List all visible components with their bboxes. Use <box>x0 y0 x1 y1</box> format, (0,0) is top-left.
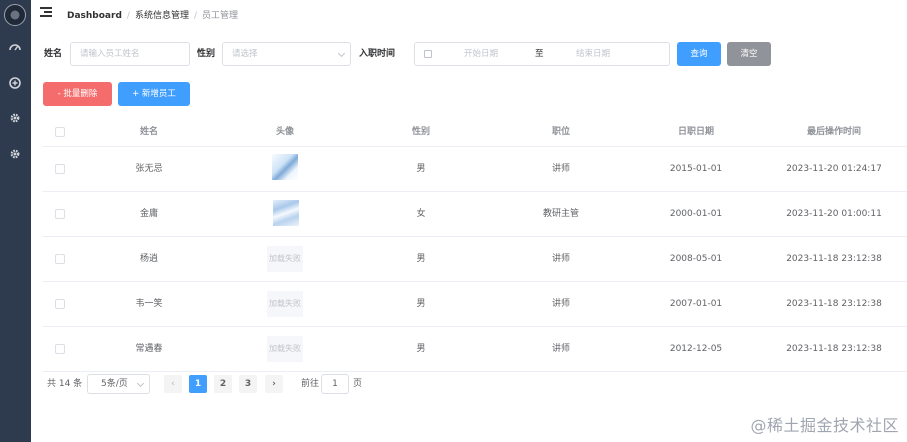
plus-circle-icon[interactable] <box>8 76 22 90</box>
row-checkbox[interactable] <box>55 299 65 309</box>
breadcrumb-separator: / <box>126 11 130 21</box>
next-page-button[interactable]: › <box>265 375 283 393</box>
cell-gender: 男 <box>416 344 426 354</box>
cell-gender: 男 <box>416 299 426 309</box>
cell-position: 教研主管 <box>542 209 579 219</box>
goto-page-input[interactable]: 1 <box>321 374 349 394</box>
top-bar: Dashboard / 系统信息管理 / 员工管理 <box>31 0 907 28</box>
cell-gender: 男 <box>416 164 426 174</box>
chevron-down-icon <box>136 379 145 388</box>
row-checkbox[interactable] <box>55 164 65 174</box>
gender-placeholder: 请选择 <box>232 49 258 59</box>
pagination: 共 14 条 5条/页 ‹ 1 2 3 › 前往 1 页 <box>43 374 903 394</box>
avatar-image <box>273 200 299 226</box>
total-count: 共 14 条 <box>47 379 83 389</box>
breadcrumb-home[interactable]: Dashboard <box>67 11 122 21</box>
cell-date: 2000-01-01 <box>669 209 723 219</box>
row-checkbox[interactable] <box>55 344 65 354</box>
cell-name: 杨逍 <box>139 254 158 264</box>
row-checkbox[interactable] <box>55 254 65 264</box>
sidebar <box>0 0 31 442</box>
cell-name: 韦一笑 <box>135 299 163 309</box>
gender-select[interactable]: 请选择 <box>222 42 351 66</box>
cell-gender: 女 <box>416 209 426 219</box>
select-all-checkbox[interactable] <box>55 127 65 137</box>
cell-date: 2007-01-01 <box>669 299 723 309</box>
end-date-input[interactable]: 结束日期 <box>576 43 610 65</box>
header-gender: 性别 <box>411 127 430 137</box>
hire-date-label: 入职时间 <box>359 49 396 59</box>
batch-delete-button[interactable]: - 批量删除 <box>43 82 112 106</box>
cell-name: 张无忌 <box>135 164 163 174</box>
page-size-select[interactable]: 5条/页 <box>87 374 150 394</box>
cell-name: 金庸 <box>139 209 158 219</box>
page-3-button[interactable]: 3 <box>239 375 257 393</box>
cell-date: 2012-12-05 <box>669 344 723 354</box>
avatar-placeholder: 加载失败 <box>267 336 303 362</box>
prev-page-button[interactable]: ‹ <box>164 375 182 393</box>
cell-position: 讲师 <box>551 344 570 354</box>
header-avatar: 头像 <box>275 127 294 137</box>
table-row[interactable]: 杨逍 加载失败 男 讲师 2008-05-01 2023-11-18 23:12… <box>43 237 907 282</box>
name-input[interactable]: 请输入员工姓名 <box>70 42 190 66</box>
avatar-image <box>272 154 298 180</box>
header-date: 日职日期 <box>677 127 714 137</box>
range-separator: 至 <box>535 49 544 59</box>
breadcrumb-section[interactable]: 系统信息管理 <box>135 11 189 21</box>
header-updated: 最后操作时间 <box>806 127 861 137</box>
cell-updated: 2023-11-20 01:00:11 <box>786 209 882 219</box>
cell-position: 讲师 <box>551 164 570 174</box>
watermark: @稀土掘金技术社区 <box>750 416 899 435</box>
row-checkbox[interactable] <box>55 209 65 219</box>
dashboard-icon[interactable] <box>8 40 22 54</box>
gear-icon[interactable] <box>8 147 22 161</box>
table-row[interactable]: 韦一笑 加载失败 男 讲师 2007-01-01 2023-11-18 23:1… <box>43 282 907 327</box>
cell-position: 讲师 <box>551 299 570 309</box>
query-button[interactable]: 查询 <box>677 42 721 66</box>
header-name: 姓名 <box>139 127 158 137</box>
table-header: 姓名 头像 性别 职位 日职日期 最后操作时间 <box>43 117 907 147</box>
date-range-picker[interactable]: 开始日期 至 结束日期 <box>414 42 670 66</box>
page-1-button[interactable]: 1 <box>189 375 207 393</box>
clear-button[interactable]: 清空 <box>727 42 771 66</box>
menu-fold-icon[interactable] <box>40 5 54 19</box>
chevron-down-icon <box>337 49 346 58</box>
avatar-placeholder: 加载失败 <box>267 291 303 317</box>
avatar-placeholder: 加载失败 <box>267 246 303 272</box>
cell-updated: 2023-11-20 01:24:17 <box>786 164 882 174</box>
cell-updated: 2023-11-18 23:12:38 <box>786 254 882 264</box>
breadcrumb-separator: / <box>193 11 197 21</box>
table-row[interactable]: 金庸 女 教研主管 2000-01-01 2023-11-20 01:00:11 <box>43 192 907 237</box>
breadcrumb: Dashboard / 系统信息管理 / 员工管理 <box>67 8 238 21</box>
goto-label: 前往 <box>301 379 320 389</box>
cell-updated: 2023-11-18 23:12:38 <box>786 344 882 354</box>
cell-gender: 男 <box>416 254 426 264</box>
cell-updated: 2023-11-18 23:12:38 <box>786 299 882 309</box>
logo <box>4 4 26 26</box>
cell-date: 2015-01-01 <box>669 164 723 174</box>
calendar-icon <box>424 50 432 58</box>
employee-table: 姓名 头像 性别 职位 日职日期 最后操作时间 张无忌 男 讲师 2015-01… <box>43 117 907 373</box>
add-employee-button[interactable]: + 新增员工 <box>118 82 190 106</box>
cell-position: 讲师 <box>551 254 570 264</box>
gear-icon[interactable] <box>8 111 22 125</box>
header-position: 职位 <box>551 127 570 137</box>
gender-label: 性别 <box>197 49 216 59</box>
main-content: Dashboard / 系统信息管理 / 员工管理 姓名 请输入员工姓名 性别 请选择 … <box>31 0 907 442</box>
breadcrumb-current: 员工管理 <box>202 11 239 21</box>
start-date-input[interactable]: 开始日期 <box>464 43 498 65</box>
table-row[interactable]: 常遇春 加载失败 男 讲师 2012-12-05 2023-11-18 23:1… <box>43 327 907 372</box>
table-row[interactable]: 张无忌 男 讲师 2015-01-01 2023-11-20 01:24:17 <box>43 147 907 192</box>
name-label: 姓名 <box>44 49 63 59</box>
page-2-button[interactable]: 2 <box>214 375 232 393</box>
goto-suffix: 页 <box>353 379 363 389</box>
cell-date: 2008-05-01 <box>669 254 723 264</box>
page-size-value: 5条/页 <box>101 379 128 389</box>
cell-name: 常遇春 <box>135 344 163 354</box>
